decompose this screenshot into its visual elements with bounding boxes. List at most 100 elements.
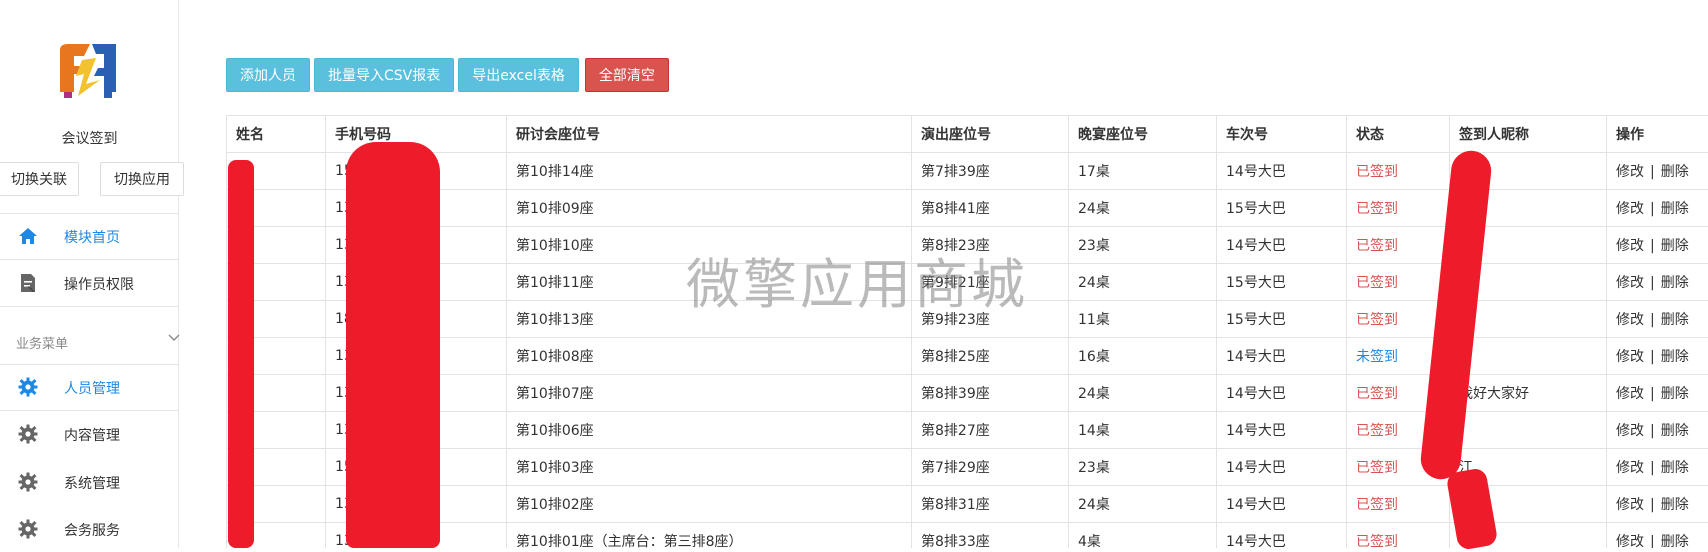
table-cell: 第8排31座 xyxy=(912,486,1069,523)
table-cell: 139 xyxy=(326,338,507,375)
table-row: 维139第10排01座（主席台：第三排8座）第8排33座4桌14号大巴已签到修改… xyxy=(227,523,1708,549)
table-row: 英139第10排11座第9排21座24桌15号大巴已签到修改|删除 xyxy=(227,264,1708,301)
column-header[interactable]: 研讨会座位号 xyxy=(507,116,912,153)
table-cell xyxy=(1450,523,1607,549)
column-header[interactable]: 状态 xyxy=(1347,116,1450,153)
sidebar: 会议签到 切换关联 切换应用 模块首页 操作员权限 业务菜单 xyxy=(0,0,179,548)
edit-link[interactable]: 修改 xyxy=(1616,312,1644,328)
table-cell: 第10排01座（主席台：第三排8座） xyxy=(507,523,912,549)
edit-link[interactable]: 修改 xyxy=(1616,349,1644,365)
edit-link[interactable]: 修改 xyxy=(1616,497,1644,513)
switch-link-button[interactable]: 切换关联 xyxy=(0,162,79,196)
table-cell: 14桌 xyxy=(1069,412,1217,449)
status-cell: 已签到 xyxy=(1347,264,1450,301)
column-header[interactable]: 手机号码 xyxy=(326,116,507,153)
table-cell: 第10排07座 xyxy=(507,375,912,412)
column-header[interactable]: 晚宴座位号 xyxy=(1069,116,1217,153)
switch-app-button[interactable]: 切换应用 xyxy=(100,162,184,196)
status-cell: 已签到 xyxy=(1347,190,1450,227)
app-title: 会议签到 xyxy=(0,128,179,148)
table-cell: 霞 xyxy=(227,227,326,264)
table-cell: 24桌 xyxy=(1069,486,1217,523)
delete-link[interactable]: 删除 xyxy=(1661,275,1689,291)
table-cell: 137 xyxy=(326,412,507,449)
actions-cell: 修改 | 删除 xyxy=(1607,523,1708,549)
column-header[interactable]: 车次号 xyxy=(1217,116,1347,153)
delete-link[interactable]: 删除 xyxy=(1661,238,1689,254)
edit-link[interactable]: 修改 xyxy=(1616,534,1644,548)
table-cell: 15号大巴 xyxy=(1217,301,1347,338)
delete-link[interactable]: 删除 xyxy=(1661,497,1689,513)
table-cell: 4桌 xyxy=(1069,523,1217,549)
table-cell: 华 xyxy=(1450,301,1607,338)
table-cell: 第8排27座 xyxy=(912,412,1069,449)
column-header[interactable]: 操作 xyxy=(1607,116,1708,153)
delete-link[interactable]: 删除 xyxy=(1661,312,1689,328)
table-cell: 第7排29座 xyxy=(912,449,1069,486)
table-cell: 第10排08座 xyxy=(507,338,912,375)
edit-link[interactable]: 修改 xyxy=(1616,201,1644,217)
table-cell: 第8排23座 xyxy=(912,227,1069,264)
chevron-down-icon xyxy=(168,332,180,344)
clear-all-button[interactable]: 全部清空 xyxy=(585,58,669,92)
table-cell: 我好大家好 xyxy=(1450,375,1607,412)
status-cell: 已签到 xyxy=(1347,523,1450,549)
actions-cell: 修改|删除 xyxy=(1607,486,1708,523)
nav-item-operator-permissions[interactable]: 操作员权限 xyxy=(0,260,179,306)
edit-link[interactable]: 修改 xyxy=(1616,275,1644,291)
table-cell: 139 xyxy=(326,264,507,301)
table-cell: 第8排25座 xyxy=(912,338,1069,375)
nav-item-personnel[interactable]: 人员管理 xyxy=(0,364,179,410)
action-separator: | xyxy=(1650,534,1655,548)
column-header[interactable]: 演出座位号 xyxy=(912,116,1069,153)
home-icon xyxy=(18,226,38,246)
business-menu-header[interactable]: 业务菜单 xyxy=(0,318,179,364)
delete-link[interactable]: 删除 xyxy=(1661,201,1689,217)
table-cell xyxy=(1450,227,1607,264)
table-cell: 14号大巴 xyxy=(1217,449,1347,486)
edit-link[interactable]: 修改 xyxy=(1616,386,1644,402)
gear-icon xyxy=(18,472,38,492)
table-cell: 君 xyxy=(227,190,326,227)
edit-link[interactable]: 修改 xyxy=(1616,423,1644,439)
status-cell: 已签到 xyxy=(1347,375,1450,412)
action-separator: | xyxy=(1650,349,1655,365)
table-cell xyxy=(1450,264,1607,301)
delete-link[interactable]: 删除 xyxy=(1661,349,1689,365)
add-person-button[interactable]: 添加人员 xyxy=(226,58,310,92)
edit-link[interactable]: 修改 xyxy=(1616,238,1644,254)
delete-link[interactable]: 删除 xyxy=(1661,534,1689,548)
table-cell: 胜 xyxy=(227,153,326,190)
nav-item-conference-service[interactable]: 会务服务 xyxy=(0,506,179,552)
edit-link[interactable]: 修改 xyxy=(1616,460,1644,476)
nav-item-content[interactable]: 内容管理 xyxy=(0,411,179,457)
nav-item-module-home[interactable]: 模块首页 xyxy=(0,213,179,259)
table-cell: 第10排11座 xyxy=(507,264,912,301)
table-cell: 江 xyxy=(227,449,326,486)
table-cell: 14号大巴 xyxy=(1217,486,1347,523)
export-excel-button[interactable]: 导出excel表格 xyxy=(458,58,579,92)
document-icon xyxy=(18,273,38,293)
table-cell: 冰 xyxy=(1450,486,1607,523)
column-header[interactable]: 签到人昵称 xyxy=(1450,116,1607,153)
table-cell: 第10排13座 xyxy=(507,301,912,338)
import-csv-button[interactable]: 批量导入CSV报表 xyxy=(314,58,454,92)
column-header[interactable]: 姓名 xyxy=(227,116,326,153)
delete-link[interactable]: 删除 xyxy=(1661,386,1689,402)
table-cell: 15 xyxy=(326,153,507,190)
table-row: 成136第10排07座第8排39座24桌14号大巴已签到我好大家好修改|删除 xyxy=(227,375,1708,412)
table-cell: 23桌 xyxy=(1069,227,1217,264)
status-cell: 已签到 xyxy=(1347,486,1450,523)
delete-link[interactable]: 删除 xyxy=(1661,460,1689,476)
nav-item-system[interactable]: 系统管理 xyxy=(0,459,179,505)
action-separator: | xyxy=(1650,275,1655,291)
table-cell: 成 xyxy=(227,375,326,412)
table-cell: 16桌 xyxy=(1069,338,1217,375)
delete-link[interactable]: 删除 xyxy=(1661,164,1689,180)
edit-link[interactable]: 修改 xyxy=(1616,164,1644,180)
status-cell: 已签到 xyxy=(1347,449,1450,486)
delete-link[interactable]: 删除 xyxy=(1661,423,1689,439)
divider xyxy=(0,306,179,307)
action-separator: | xyxy=(1650,164,1655,180)
table-header-row: 姓名 手机号码 研讨会座位号 演出座位号 晚宴座位号 车次号 状态 签到人昵称 … xyxy=(227,116,1708,153)
